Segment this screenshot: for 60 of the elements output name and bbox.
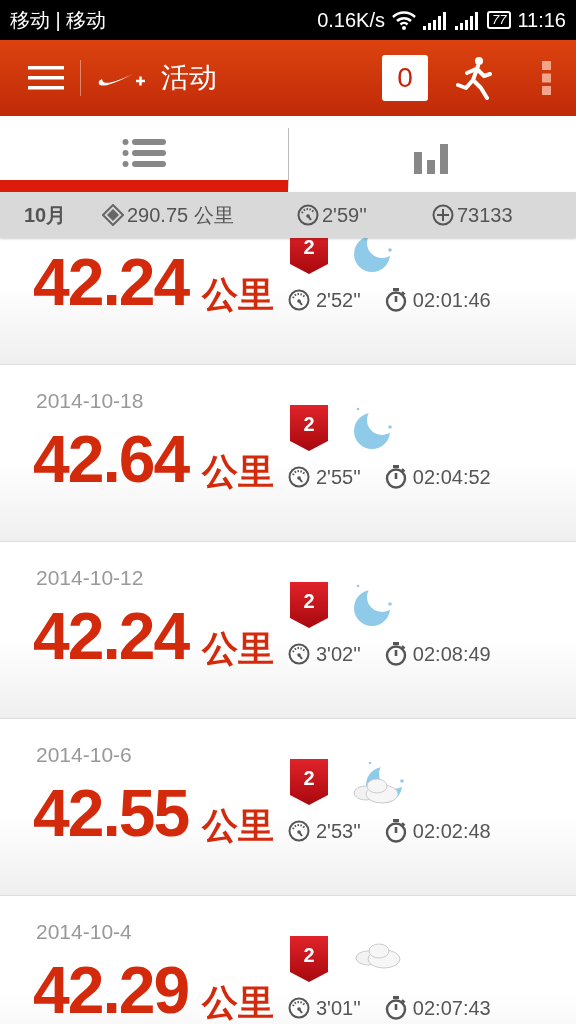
run-duration: 02:08:49 [412,642,491,666]
level-badge: 2 [290,405,328,451]
run-date: 2014-10-18 [35,389,145,414]
page-title: 活动 [161,61,217,95]
run-pace: 2'55'' [316,465,361,489]
signal-icon [454,10,481,30]
count-button[interactable]: 0 [382,55,428,101]
stopwatch-icon [384,642,407,666]
level-badge: 2 [290,936,328,982]
menu-icon[interactable] [28,65,64,91]
speedometer-icon [288,643,310,665]
month-label: 10月 [24,202,68,228]
stopwatch-icon [384,465,407,489]
run-pace: 3'01'' [316,996,361,1020]
run-distance: 42.29 [33,956,189,1024]
average-pace: 2'59'' [322,203,367,227]
run-distance: 42.55 [33,779,189,847]
run-date: 2014-10-6 [35,743,133,768]
stopwatch-icon [384,819,407,843]
clock-time: 11:16 [517,8,566,32]
speedometer-icon [288,466,310,488]
run-date: 2014-10-4 [35,920,133,945]
run-distance: 42.64 [33,425,189,493]
run-distance: 42.24 [33,602,189,670]
stopwatch-icon [384,288,407,312]
run-duration: 02:04:52 [412,465,491,489]
stopwatch-icon [384,996,407,1020]
run-distance: 42.24 [33,248,189,316]
run-duration: 02:01:46 [412,288,491,312]
carrier-name: 移动 | 移动 [10,7,107,33]
level-badge: 2 [290,759,328,805]
distance-unit: 公里 [202,805,275,847]
run-date: 2014-10-12 [35,566,145,591]
network-speed: 0.16K/s [317,8,385,32]
run-duration: 02:02:48 [412,819,491,843]
run-duration: 02:07:43 [412,996,491,1020]
run-pace: 3'02'' [316,642,361,666]
speedometer-icon [297,204,319,226]
plus-circle-icon [432,204,454,226]
bar-chart-icon [414,144,451,174]
total-distance: 290.75 公里 [127,202,234,228]
diamond-icon [102,204,124,226]
level-badge: 2 [290,582,328,628]
signal-icon [422,10,449,30]
wifi-icon [390,10,417,30]
speedometer-icon [288,820,310,842]
fuel-total: 73133 [457,203,513,227]
run-pace: 2'52'' [316,288,361,312]
distance-unit: 公里 [202,628,275,670]
run-pace: 2'53'' [316,819,361,843]
battery-indicator: 77 [486,11,512,29]
distance-unit: 公里 [202,451,275,493]
speedometer-icon [288,289,310,311]
overflow-menu-icon[interactable] [542,61,552,95]
runner-icon[interactable] [454,56,494,100]
distance-unit: 公里 [202,274,275,316]
speedometer-icon [288,997,310,1019]
level-badge: 2 [290,238,328,274]
distance-unit: 公里 [202,982,275,1024]
list-icon [121,138,166,168]
